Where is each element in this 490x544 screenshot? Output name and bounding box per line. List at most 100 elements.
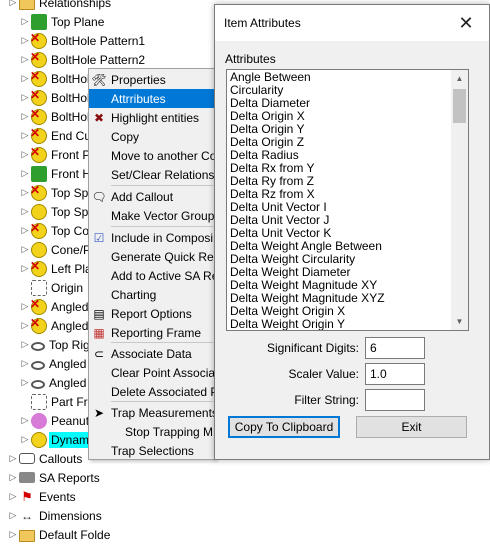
menu-item[interactable]: Stop Trapping M [89, 422, 215, 441]
expand-arrow-icon[interactable]: ▷ [20, 168, 30, 179]
plane-icon [31, 13, 47, 30]
expand-arrow-icon[interactable]: ▷ [20, 73, 30, 84]
menu-item[interactable]: Delete Associated P [89, 382, 215, 401]
menu-item-label: Copy [111, 129, 140, 144]
attributes-listbox[interactable]: Angle Between Circularity Delta Diameter De… [226, 69, 469, 331]
expand-arrow-icon[interactable]: ▷ [20, 415, 30, 426]
expand-arrow-icon[interactable]: ▷ [20, 339, 30, 350]
context-menu: 🛠 Properties Attrributes ✖ Highlight entitie… [88, 68, 216, 460]
tree-item[interactable]: ▷ Callouts [8, 449, 84, 468]
menu-item[interactable]: ⊂ Associate Data [89, 344, 215, 363]
menu-item[interactable]: Charting [89, 285, 215, 304]
menu-item[interactable]: 🗨 Add Callout [89, 187, 215, 206]
menu-item-label: Trap Selections [111, 443, 194, 458]
expand-arrow-icon[interactable]: ▷ [20, 130, 30, 141]
error-icon [30, 50, 47, 68]
attributes-scrollbar[interactable]: ▲ ▼ [451, 70, 468, 330]
menu-item-label: Generate Quick Rep [111, 249, 216, 264]
expand-arrow-icon[interactable]: ▷ [20, 301, 30, 312]
expand-arrow-icon[interactable]: ▷ [8, 453, 18, 464]
close-button[interactable]: ✕ [443, 5, 489, 41]
menu-item[interactable]: Copy [89, 127, 215, 146]
tree-item[interactable]: ▷ BoltHole Pattern1 [20, 31, 147, 50]
expand-arrow-icon[interactable]: ▷ [20, 111, 30, 122]
tree-item[interactable]: ▷ BoltHole Pattern2 [20, 50, 147, 69]
scaler-value-row: Scaler Value: 1.0 [215, 363, 489, 385]
tree-item[interactable]: ▷ ⚑ Events [8, 487, 78, 506]
dialog-titlebar[interactable]: Item Attributes ✕ [215, 5, 489, 41]
menu-item-label: Report Options [111, 306, 192, 321]
scaler-value-label: Scaler Value: [288, 367, 359, 381]
expand-arrow-icon[interactable]: ▷ [20, 92, 30, 103]
tree-item[interactable]: ▷BoltHole [20, 107, 98, 126]
menu-item-label: Stop Trapping M [125, 424, 214, 439]
expand-arrow-icon[interactable]: ▷ [8, 0, 18, 8]
tree-item[interactable]: ▷BoltHole [20, 88, 98, 107]
expand-arrow-icon[interactable]: ▷ [8, 472, 18, 483]
tree-item-label: Callouts [39, 451, 83, 466]
callout-icon [19, 453, 35, 464]
expand-arrow-icon[interactable]: ▷ [8, 491, 18, 502]
tree-item[interactable]: ▷ Peanut t [20, 411, 98, 430]
menu-separator [111, 185, 213, 186]
tree-item[interactable]: ▷ Top Righ [20, 335, 98, 354]
expand-arrow-icon[interactable]: ▷ [20, 377, 30, 388]
expand-arrow-icon[interactable]: ▷ [20, 244, 30, 255]
tree-item[interactable]: ▷ SA Reports [8, 468, 102, 487]
expand-arrow-icon[interactable]: ▷ [20, 434, 30, 445]
expand-arrow-icon[interactable]: ▷ [20, 320, 30, 331]
menu-item[interactable]: ➤ Trap Measurements [89, 403, 215, 422]
expand-arrow-icon[interactable]: ▷ [8, 529, 18, 540]
ring-icon [31, 380, 45, 389]
filter-string-input[interactable] [365, 389, 425, 411]
menu-item[interactable]: Move to another Co [89, 146, 215, 165]
tree-item-label: Origin [51, 280, 84, 295]
link-icon: ⊂ [93, 346, 105, 361]
tree-item[interactable]: ▷BoltHole [20, 69, 98, 88]
expand-arrow-icon[interactable]: ▷ [20, 35, 30, 46]
attribute-list-item[interactable]: Delta Weight Origin Y [227, 318, 453, 331]
menu-item[interactable]: ☑ Include in Composi [89, 228, 215, 247]
tree-item[interactable]: ▷ Default Folde [8, 525, 112, 544]
expand-arrow-icon[interactable]: ▷ [20, 149, 30, 160]
expand-arrow-icon[interactable]: ▷ [8, 510, 18, 521]
tree-item[interactable]: ▷ Relationships [8, 0, 113, 12]
menu-item-label: Make Vector Group [111, 208, 215, 223]
menu-item[interactable]: Trap Selections [89, 441, 215, 459]
menu-item[interactable]: Add to Active SA Re [89, 266, 215, 285]
scaler-value-input[interactable]: 1.0 [365, 363, 425, 385]
expand-arrow-icon[interactable]: ▷ [20, 187, 30, 198]
significant-digits-input[interactable]: 6 [365, 337, 425, 359]
menu-item-label: Add to Active SA Re [111, 268, 216, 283]
dimension-icon: ↔ [21, 508, 33, 523]
menu-item[interactable]: Attrributes [89, 89, 215, 108]
menu-item[interactable]: ▤ Report Options [89, 304, 215, 323]
error-icon [30, 145, 47, 163]
menu-item[interactable]: 🛠 Properties [89, 70, 215, 89]
exit-button[interactable]: Exit [356, 416, 467, 438]
expand-arrow-icon[interactable]: ▷ [20, 16, 30, 27]
tree-item[interactable]: ▷ Top Plane [20, 12, 106, 31]
filter-string-row: Filter String: [215, 389, 489, 411]
menu-separator [111, 226, 213, 227]
ring-icon [31, 342, 45, 351]
menu-item[interactable]: Set/Clear Relationsh [89, 165, 215, 184]
copy-to-clipboard-button[interactable]: Copy To Clipboard [228, 416, 340, 438]
tree-item[interactable]: ▷ ↔ Dimensions [8, 506, 104, 525]
expand-arrow-icon[interactable]: ▷ [20, 225, 30, 236]
scroll-up-icon[interactable]: ▲ [451, 70, 468, 87]
menu-item[interactable]: Clear Point Associat [89, 363, 215, 382]
menu-item[interactable]: Make Vector Group [89, 206, 215, 225]
scroll-thumb[interactable] [453, 89, 466, 123]
menu-item[interactable]: ✖ Highlight entities [89, 108, 215, 127]
expand-arrow-icon[interactable]: ▷ [20, 358, 30, 369]
expand-arrow-icon[interactable]: ▷ [20, 206, 30, 217]
menu-item-label: Trap Measurements [111, 405, 216, 420]
menu-item[interactable]: Generate Quick Rep [89, 247, 215, 266]
tree-item[interactable]: Origin [20, 278, 85, 297]
scroll-down-icon[interactable]: ▼ [451, 313, 468, 330]
expand-arrow-icon[interactable]: ▷ [20, 54, 30, 65]
menu-item[interactable]: ▦ Reporting Frame [89, 323, 215, 342]
expand-arrow-icon[interactable]: ▷ [20, 263, 30, 274]
filter-string-label: Filter String: [294, 393, 359, 407]
